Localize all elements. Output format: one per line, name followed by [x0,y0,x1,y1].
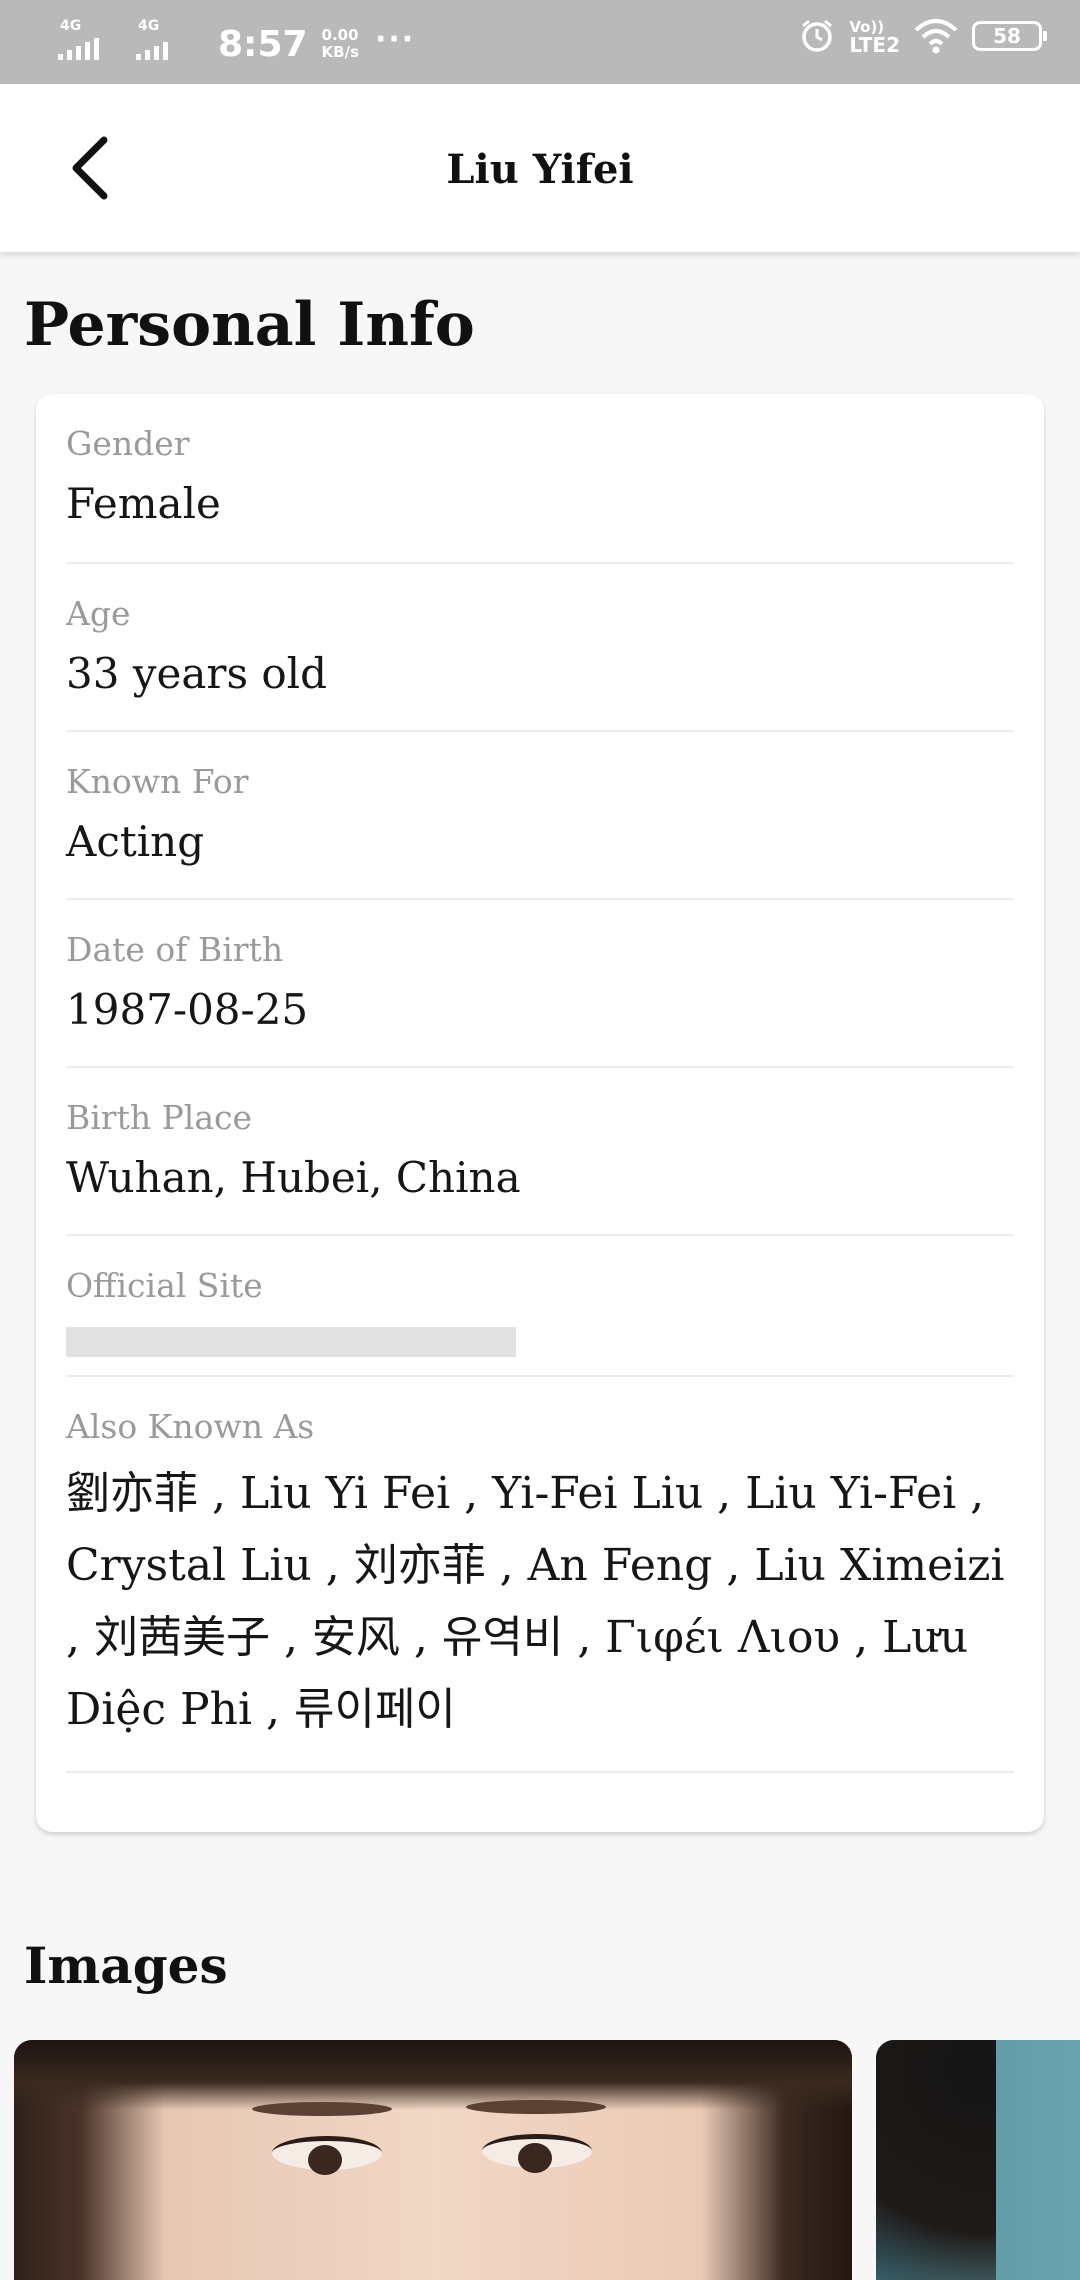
info-row-also-known-as: Also Known As 劉亦菲 , Liu Yi Fei , Yi-Fei … [66,1377,1014,1773]
birth-place-value: Wuhan, Hubei, China [66,1153,521,1202]
speed-unit: KB/s [321,43,360,61]
info-row-gender: Gender Female [66,394,1014,564]
official-site-label: Official Site [66,1266,263,1305]
images-heading: Images [24,1936,228,1995]
volte-indicator: Vo)) LTE2 [849,18,900,57]
clock: 8:57 [218,23,308,65]
date-of-birth-value: 1987-08-25 [66,985,309,1034]
age-label: Age [66,594,131,633]
alarm-icon [802,19,833,52]
status-bar: 4G 4G 8:57 0.00 KB/s ··· Vo)) LTE2 58 [0,0,1080,84]
known-for-value: Acting [66,817,205,866]
profile-image-1[interactable] [14,2040,852,2280]
also-known-as-value: 劉亦菲 , Liu Yi Fei , Yi-Fei Liu , Liu Yi-F… [66,1468,1005,1735]
info-row-date-of-birth: Date of Birth 1987-08-25 [66,900,1014,1068]
gender-label: Gender [66,424,190,463]
network-type-2: 4G [138,18,160,34]
signal-1-icon: 4G [58,18,122,66]
images-carousel[interactable] [0,2040,1080,2280]
signal-2-icon: 4G [136,18,200,66]
official-site-link[interactable] [66,1327,516,1357]
wifi-icon [914,19,958,54]
date-of-birth-label: Date of Birth [66,930,284,969]
age-value: 33 years old [66,649,328,698]
profile-image-2[interactable] [876,2040,1080,2280]
info-row-age: Age 33 years old [66,564,1014,732]
battery-icon: 58 [972,21,1047,51]
known-for-label: Known For [66,762,249,801]
network-speed: 0.00 KB/s [322,27,359,61]
page-title: Liu Yifei [446,146,634,193]
network-type-1: 4G [60,18,82,34]
personal-info-card: Gender Female Age 33 years old Known For… [36,394,1044,1832]
personal-info-heading: Personal Info [24,290,475,360]
info-row-official-site: Official Site [66,1236,1014,1377]
also-known-as-label: Also Known As [66,1407,315,1446]
speed-value: 0.00 [321,26,359,44]
birth-place-label: Birth Place [66,1098,253,1137]
lte-label: LTE2 [849,33,900,57]
info-row-birth-place: Birth Place Wuhan, Hubei, China [66,1068,1014,1236]
more-notifications-icon: ··· [375,21,416,57]
gender-value: Female [66,479,221,528]
app-bar: Liu Yifei [0,84,1080,252]
info-row-known-for: Known For Acting [66,732,1014,900]
